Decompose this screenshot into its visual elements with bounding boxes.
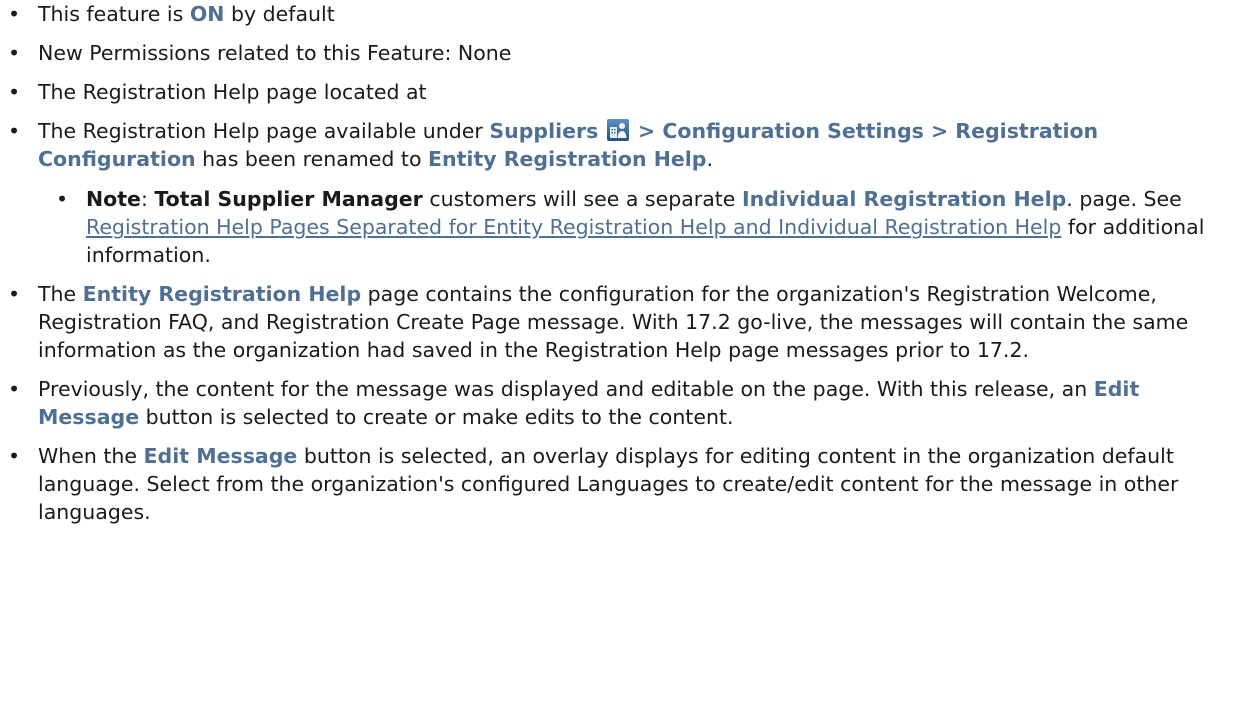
item-text: The Registration Help page available und… (38, 119, 490, 143)
list-item: When the Edit Message button is selected… (8, 442, 1224, 526)
item-text: customers will see a separate (422, 187, 742, 211)
item-text: Previously, the content for the message … (38, 377, 1094, 401)
item-text: New Permissions related to this Feature:… (38, 41, 512, 65)
item-text: The (38, 282, 83, 306)
list-item: The Entity Registration Help page contai… (8, 280, 1224, 364)
on-label: ON (189, 2, 225, 26)
note-label: Note (86, 187, 141, 211)
suppliers-label: Suppliers (489, 119, 599, 143)
list-item: The Registration Help page available und… (8, 117, 1224, 269)
item-text: . (706, 147, 714, 171)
item-text: The Registration Help page located at (38, 80, 427, 104)
item-text: When the (38, 444, 144, 468)
item-text: button is selected to create or make edi… (139, 405, 734, 429)
list-item: The Registration Help page located at (8, 78, 1224, 106)
renamed-page-label: Entity Registration Help (428, 147, 707, 171)
registration-help-link[interactable]: Registration Help Pages Separated for En… (86, 215, 1061, 239)
item-text: has been renamed to (195, 147, 429, 171)
item-text: . page. See (1066, 187, 1182, 211)
sub-bullet-list: Note: Total Supplier Manager customers w… (38, 185, 1224, 269)
individual-page-label: Individual Registration Help (741, 187, 1067, 211)
product-label: Total Supplier Manager (154, 187, 423, 211)
suppliers-icon (606, 119, 629, 141)
entity-page-label: Entity Registration Help (82, 282, 362, 306)
list-item: Note: Total Supplier Manager customers w… (56, 185, 1224, 269)
item-text: : (140, 187, 155, 211)
item-text: by default (224, 2, 335, 26)
bullet-list: This feature is ON by default New Permis… (0, 0, 1234, 526)
feature-notes: This feature is ON by default New Permis… (0, 0, 1234, 526)
list-item: New Permissions related to this Feature:… (8, 39, 1224, 67)
item-text: This feature is (38, 2, 190, 26)
list-item: Previously, the content for the message … (8, 375, 1224, 431)
list-item: This feature is ON by default (8, 0, 1224, 28)
edit-message-label: Edit Message (143, 444, 298, 468)
